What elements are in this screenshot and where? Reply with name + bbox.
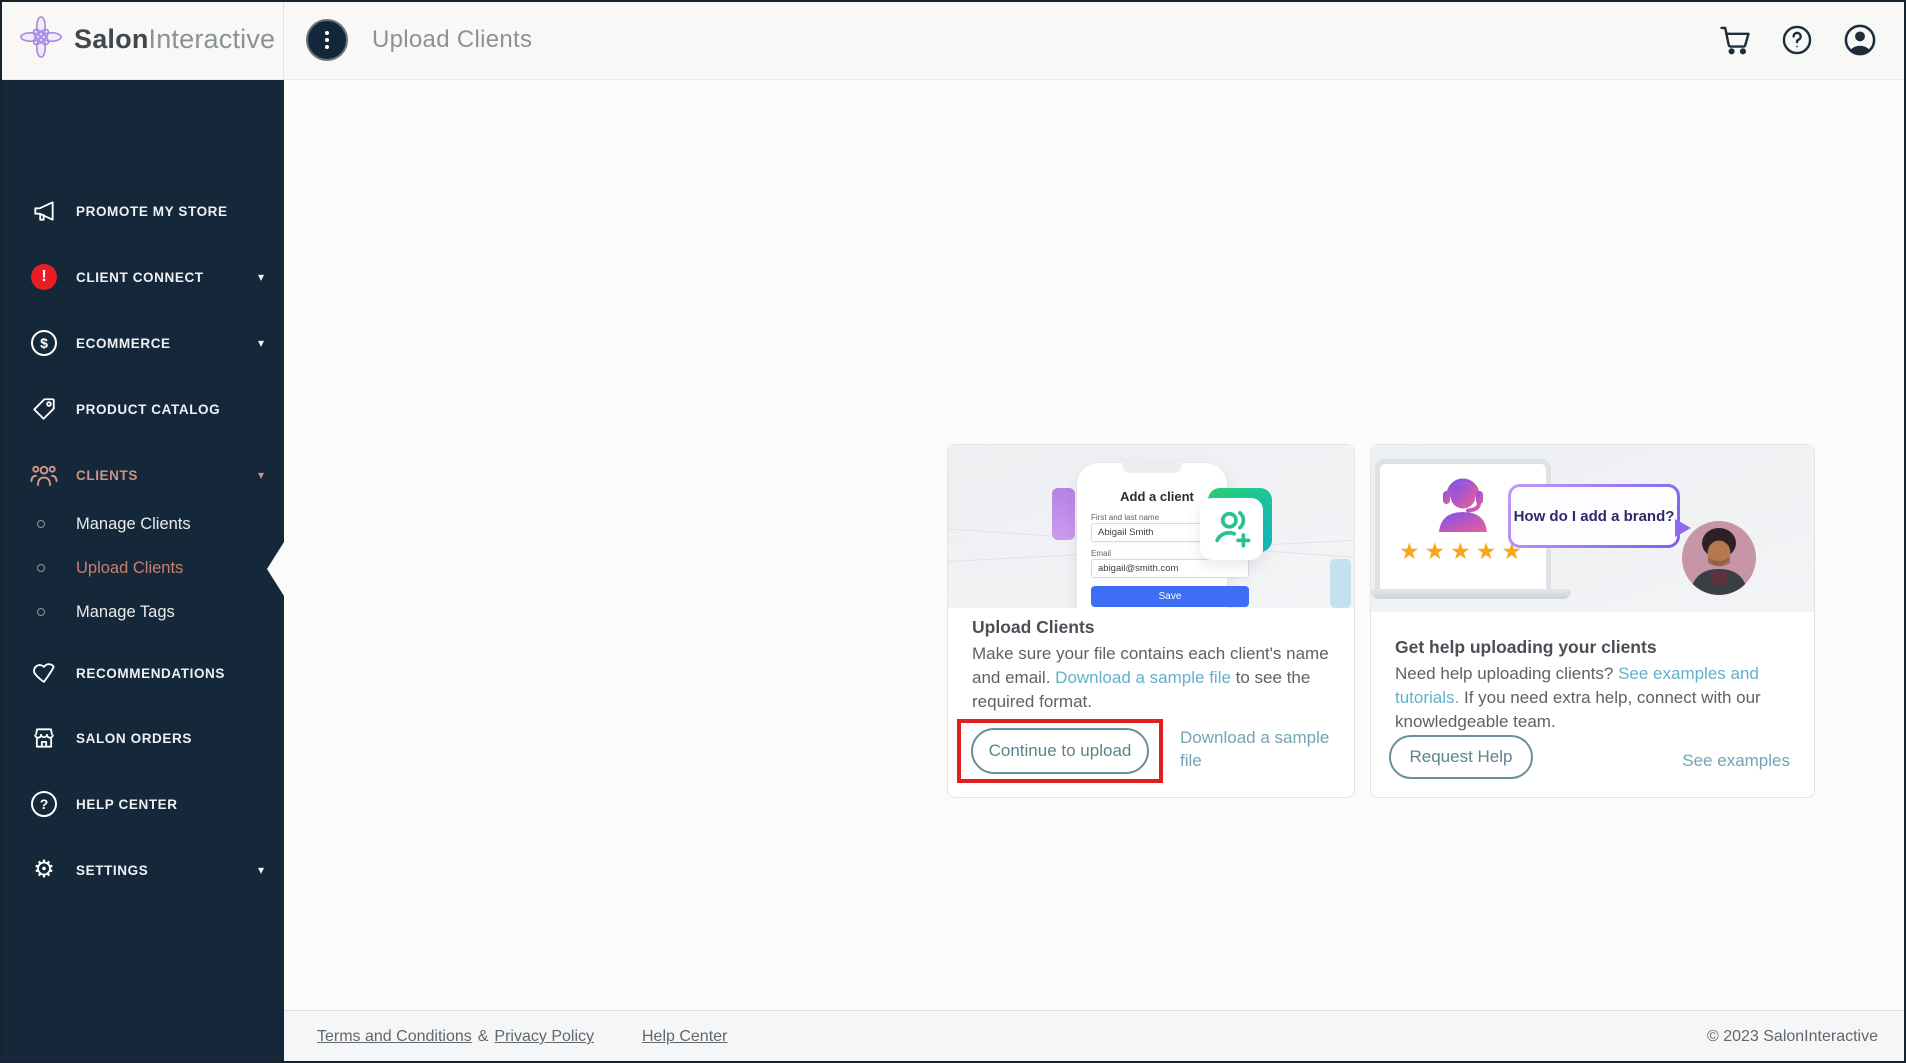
chevron-down-icon: ▾ [258, 863, 264, 877]
sidebar-item-product-catalog[interactable]: PRODUCT CATALOG [0, 389, 284, 429]
sidebar-item-label: PROMOTE MY STORE [76, 204, 228, 219]
sidebar-item-recommendations[interactable]: RECOMMENDATIONS [0, 653, 284, 693]
email-field: abigail@smith.com [1091, 559, 1249, 578]
add-user-icon [1211, 508, 1253, 550]
five-star-rating: ★★★★★ [1399, 538, 1527, 565]
kebab-menu-button[interactable] [306, 19, 348, 61]
sidebar: PROMOTE MY STORE ! CLIENT CONNECT ▾ $ EC… [0, 80, 284, 1063]
sidebar-subitem-label: Manage Clients [76, 515, 191, 534]
sidebar-item-ecommerce[interactable]: $ ECOMMERCE ▾ [0, 323, 284, 363]
store-icon [30, 725, 58, 751]
terms-link[interactable]: Terms and Conditions [317, 1028, 472, 1046]
help-illustration: ★★★★★ How do I add a brand? [1371, 445, 1814, 612]
question-bubble: How do I add a brand? [1508, 484, 1680, 548]
tag-icon [30, 396, 58, 422]
email-field-label: Email [1091, 549, 1111, 558]
help-center-link[interactable]: Help Center [642, 1028, 727, 1046]
header: Upload Clients [284, 0, 1906, 79]
sidebar-item-promote-my-store[interactable]: PROMOTE MY STORE [0, 191, 284, 231]
client-avatar [1682, 521, 1756, 595]
card-title: Get help uploading your clients [1395, 637, 1657, 658]
heart-icon [30, 660, 58, 686]
sidebar-subitem-upload-clients[interactable]: Upload Clients [0, 550, 284, 586]
request-help-button[interactable]: Request Help [1389, 735, 1533, 779]
bullet-ring-icon [37, 520, 45, 528]
help-icon[interactable] [1780, 23, 1814, 57]
phone-notch [1122, 463, 1182, 473]
see-examples-link[interactable]: See examples [1682, 751, 1790, 771]
copyright-text: © 2023 SalonInteractive [1707, 1028, 1878, 1046]
blue-shape [1330, 559, 1351, 608]
card-title: Upload Clients [972, 617, 1095, 638]
megaphone-icon [30, 198, 58, 224]
save-button-mock: Save [1091, 586, 1249, 607]
download-sample-inline-link[interactable]: Download a sample file [1055, 668, 1231, 687]
chevron-down-icon: ▾ [258, 336, 264, 350]
sidebar-subitem-label: Upload Clients [76, 559, 183, 578]
sidebar-item-label: HELP CENTER [76, 797, 178, 812]
footer: Terms and Conditions & Privacy Policy He… [284, 1010, 1906, 1063]
help-circle-icon: ? [30, 791, 58, 817]
sidebar-item-salon-orders[interactable]: SALON ORDERS [0, 718, 284, 758]
account-icon[interactable] [1842, 22, 1878, 58]
main-content: Add a client First and last name Abigail… [284, 80, 1906, 1010]
bullet-ring-icon [37, 564, 45, 572]
sidebar-item-label: RECOMMENDATIONS [76, 666, 225, 681]
gear-icon: ⚙ [30, 858, 58, 882]
logo[interactable]: SalonInteractive [0, 0, 284, 79]
sidebar-item-label: PRODUCT CATALOG [76, 402, 220, 417]
upload-clients-card: Add a client First and last name Abigail… [947, 444, 1355, 798]
continue-to-upload-button[interactable]: Continue to upload [971, 728, 1149, 774]
laptop-base [1371, 589, 1571, 599]
brand-name: SalonInteractive [74, 24, 275, 55]
card-description: Need help uploading clients? See example… [1395, 662, 1797, 734]
sidebar-subitem-label: Manage Tags [76, 603, 175, 622]
chevron-down-icon: ▾ [258, 270, 264, 284]
support-agent-icon [1428, 472, 1498, 536]
bubble-tail [1675, 519, 1691, 537]
sidebar-subitem-manage-clients[interactable]: Manage Clients [0, 506, 284, 542]
flower-logo-icon [18, 14, 64, 65]
download-sample-file-link[interactable]: Download a sample file [1180, 727, 1340, 773]
sidebar-item-clients[interactable]: CLIENTS ▾ [0, 455, 284, 495]
page-title: Upload Clients [372, 26, 532, 54]
purple-shape [1052, 488, 1075, 540]
active-item-pointer [267, 542, 284, 596]
cart-icon[interactable] [1718, 23, 1752, 57]
bullet-ring-icon [37, 608, 45, 616]
upload-illustration: Add a client First and last name Abigail… [948, 445, 1354, 608]
sidebar-item-help-center[interactable]: ? HELP CENTER [0, 784, 284, 824]
sidebar-item-label: CLIENT CONNECT [76, 270, 204, 285]
alert-icon: ! [30, 264, 58, 290]
top-bar: SalonInteractive Upload Clients [0, 0, 1906, 80]
sidebar-item-label: SALON ORDERS [76, 731, 192, 746]
question-bubble-text: How do I add a brand? [1514, 508, 1675, 525]
name-field-label: First and last name [1091, 513, 1159, 522]
sidebar-item-settings[interactable]: ⚙ SETTINGS ▾ [0, 850, 284, 890]
chevron-down-icon: ▾ [258, 468, 264, 482]
get-help-card: ★★★★★ How do I add a brand? Get help upl… [1370, 444, 1815, 798]
sidebar-subitem-manage-tags[interactable]: Manage Tags [0, 594, 284, 630]
sidebar-item-label: CLIENTS [76, 468, 138, 483]
privacy-link[interactable]: Privacy Policy [494, 1028, 594, 1046]
dollar-icon: $ [30, 330, 58, 356]
card-description: Make sure your file contains each client… [972, 642, 1338, 714]
sidebar-item-label: SETTINGS [76, 863, 148, 878]
sidebar-item-label: ECOMMERCE [76, 336, 171, 351]
add-client-icon-card [1200, 498, 1263, 560]
clients-icon [30, 463, 58, 487]
sidebar-item-client-connect[interactable]: ! CLIENT CONNECT ▾ [0, 257, 284, 297]
